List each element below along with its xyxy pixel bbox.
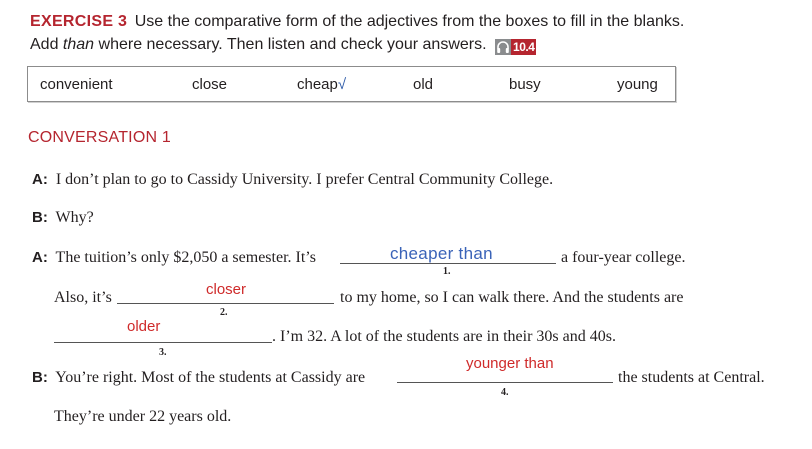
blank-number-2: 2. bbox=[220, 307, 228, 318]
word-box: convenient close cheap√ old busy young bbox=[27, 66, 676, 102]
dialogue-text: . I’m 32. A lot of the students are in t… bbox=[272, 328, 616, 345]
dialogue-line: A: The tuition’s only $2,050 a semester.… bbox=[32, 249, 316, 267]
answer-blank-3[interactable] bbox=[54, 342, 272, 343]
dialogue-text: You’re right. Most of the students at Ca… bbox=[55, 369, 366, 386]
dialogue-text: I don’t plan to go to Cassidy University… bbox=[55, 171, 554, 188]
answer-2: closer bbox=[206, 281, 247, 298]
dialogue-text: to my home, so I can walk there. And the… bbox=[340, 289, 684, 306]
blank-number-1: 1. bbox=[443, 266, 451, 277]
word-cheap: cheap√ bbox=[297, 76, 347, 93]
headphones-icon bbox=[495, 39, 512, 55]
dialogue-line: B: Why? bbox=[32, 209, 94, 227]
conversation-title: CONVERSATION 1 bbox=[28, 129, 171, 146]
answer-blank-4[interactable] bbox=[397, 382, 613, 383]
dialogue-line: B: You’re right. Most of the students at… bbox=[32, 369, 365, 387]
word-convenient: convenient bbox=[40, 76, 113, 93]
exercise-instructions: EXERCISE 3 Use the comparative form of t… bbox=[30, 11, 684, 33]
dialogue-text: They’re under 22 years old. bbox=[54, 408, 232, 425]
instruction-line-2: Add than where necessary. Then listen an… bbox=[30, 36, 537, 55]
checkmark-icon: √ bbox=[337, 76, 347, 93]
instruction-line-1: Use the comparative form of the adjectiv… bbox=[134, 13, 685, 30]
word-busy: busy bbox=[509, 76, 541, 93]
dialogue-text: Why? bbox=[55, 209, 94, 226]
exercise-label: EXERCISE 3 bbox=[30, 13, 128, 30]
word-close: close bbox=[192, 76, 228, 93]
word-old: old bbox=[413, 76, 434, 93]
speaker-label: A: bbox=[32, 171, 48, 188]
audio-track-badge[interactable]: 10.4 bbox=[495, 39, 537, 55]
speaker-label: A: bbox=[32, 249, 48, 266]
answer-4: younger than bbox=[466, 355, 554, 372]
blank-number-4: 4. bbox=[501, 387, 509, 398]
dialogue-text: the students at Central. bbox=[618, 369, 765, 386]
dialogue-text: Also, it’s bbox=[54, 289, 112, 306]
answer-blank-2[interactable] bbox=[117, 303, 334, 304]
answer-1: cheaper than bbox=[390, 244, 493, 263]
dialogue-text: The tuition’s only $2,050 a semester. It… bbox=[55, 249, 316, 266]
dialogue-line: A: I don’t plan to go to Cassidy Univers… bbox=[32, 171, 553, 189]
speaker-label: B: bbox=[32, 209, 48, 226]
blank-number-3: 3. bbox=[159, 347, 167, 358]
dialogue-text: a four-year college. bbox=[561, 249, 686, 266]
answer-3: older bbox=[127, 318, 161, 335]
audio-track-number: 10.4 bbox=[511, 39, 537, 55]
speaker-label: B: bbox=[32, 369, 48, 386]
word-young: young bbox=[617, 76, 658, 93]
